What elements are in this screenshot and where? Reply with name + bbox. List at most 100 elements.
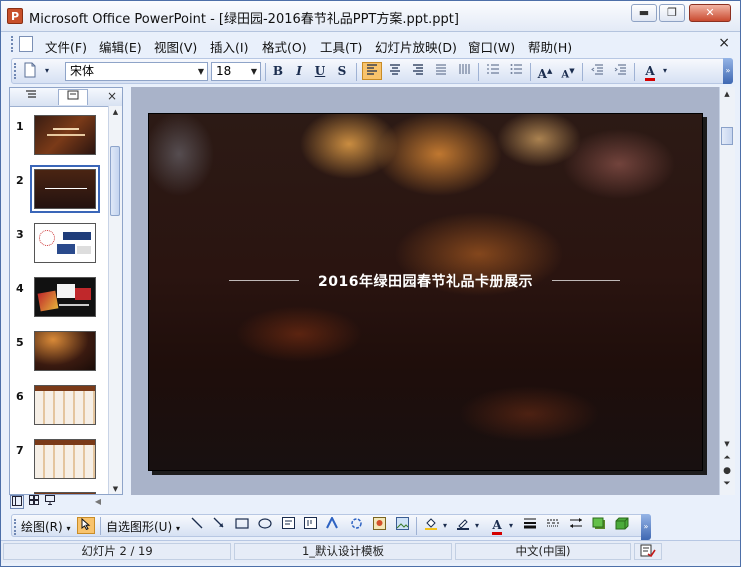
toolbar-overflow-button[interactable]: » <box>723 58 733 84</box>
slide-thumbnail-1[interactable] <box>34 115 96 155</box>
new-document-icon[interactable] <box>20 62 40 80</box>
underline-button[interactable]: U <box>310 62 330 80</box>
menu-insert[interactable]: 插入(I) <box>210 37 248 56</box>
current-slide[interactable]: 2016年绿田园春节礼品卡册展示 <box>148 113 703 471</box>
scroll-up-icon[interactable]: ▲ <box>720 87 734 101</box>
outline-icon <box>26 90 36 98</box>
font-name-select[interactable]: 宋体 ▼ <box>65 62 208 81</box>
distribute-button[interactable] <box>431 62 451 80</box>
menu-format[interactable]: 格式(O) <box>262 37 307 56</box>
shadow-button[interactable]: S <box>332 62 352 80</box>
increase-indent-button[interactable] <box>610 62 630 80</box>
minimize-button[interactable]: ▬ <box>631 4 657 22</box>
menu-window[interactable]: 窗口(W) <box>468 37 515 56</box>
document-icon[interactable] <box>19 36 33 52</box>
slide-thumbnail-4[interactable] <box>34 277 96 317</box>
tab-outline[interactable] <box>16 89 46 105</box>
slide-workspace[interactable]: 2016年绿田园春节礼品卡册展示 <box>131 87 719 495</box>
3d-style-icon[interactable] <box>613 517 631 534</box>
scroll-down-icon[interactable]: ▼ <box>109 483 122 494</box>
menu-tools[interactable]: 工具(T) <box>320 37 362 56</box>
chevron-down-icon[interactable]: ▼ <box>248 63 260 80</box>
bold-button[interactable]: B <box>268 62 288 80</box>
fill-color-dropdown[interactable]: ▾ <box>440 517 450 534</box>
clip-art-icon[interactable] <box>370 517 388 534</box>
arrow-tool-icon[interactable] <box>210 517 228 534</box>
slide-thumbnail-6[interactable] <box>34 385 96 425</box>
fill-color-icon[interactable] <box>422 517 440 534</box>
normal-view-icon[interactable] <box>10 495 24 509</box>
menu-slideshow[interactable]: 幻灯片放映(D) <box>375 37 457 56</box>
decrease-indent-button[interactable] <box>587 62 607 80</box>
vertical-text-box-icon[interactable] <box>301 517 319 534</box>
toolbar-grip[interactable] <box>14 63 19 79</box>
slide-sorter-view-icon[interactable] <box>27 495 41 509</box>
slide-thumbnail-5[interactable] <box>34 331 96 371</box>
scroll-left-icon[interactable]: ◀ <box>91 495 105 509</box>
select-objects-icon[interactable] <box>77 517 95 534</box>
align-left-button[interactable] <box>362 62 382 80</box>
close-button[interactable]: ✕ <box>689 4 731 22</box>
align-right-button[interactable] <box>408 62 428 80</box>
wordart-icon[interactable] <box>324 515 342 534</box>
italic-button[interactable]: I <box>289 62 309 80</box>
arrow-style-icon[interactable] <box>567 517 585 534</box>
menu-help[interactable]: 帮助(H) <box>528 37 572 56</box>
chevron-down-icon: ▾ <box>175 524 180 533</box>
oval-tool-icon[interactable] <box>256 517 274 534</box>
drawing-font-color-button[interactable]: A <box>488 517 506 535</box>
slide-title[interactable]: 2016年绿田园春节礼品卡册展示 <box>149 271 702 291</box>
shrink-font-button[interactable]: A▼ <box>558 62 578 80</box>
slide-thumbnail-7[interactable] <box>34 439 96 479</box>
line-tool-icon[interactable] <box>188 517 206 534</box>
line-color-icon[interactable] <box>454 517 472 534</box>
restore-button[interactable]: ❐ <box>659 4 685 22</box>
toolbar-options-icon[interactable]: ▾ <box>42 62 52 80</box>
slides-pane-scrollbar[interactable]: ▲ ▼ <box>108 106 122 494</box>
font-color-dropdown[interactable]: ▾ <box>660 62 670 80</box>
draw-menu-button[interactable]: 绘图(R) ▾ <box>21 518 71 535</box>
column-button[interactable] <box>454 62 474 80</box>
chevron-down-icon[interactable]: ▼ <box>195 63 207 80</box>
scrollbar-thumb[interactable] <box>110 146 120 216</box>
next-slide-icon[interactable]: ⏷ <box>720 477 734 491</box>
rectangle-tool-icon[interactable] <box>233 517 251 534</box>
design-template-status[interactable]: 1_默认设计模板 <box>234 543 452 560</box>
scroll-down-icon[interactable]: ▼ <box>720 437 734 451</box>
powerpoint-app-icon[interactable]: P <box>7 8 23 24</box>
menu-grip[interactable] <box>11 36 17 52</box>
text-box-icon[interactable] <box>279 517 297 534</box>
drawing-font-color-dropdown[interactable]: ▾ <box>506 517 516 534</box>
line-style-icon[interactable] <box>521 517 539 534</box>
title-bar[interactable]: P Microsoft Office PowerPoint - [绿田园-201… <box>1 1 740 32</box>
dash-style-icon[interactable] <box>544 517 562 534</box>
align-center-button[interactable] <box>385 62 405 80</box>
workspace-scrollbar[interactable]: ▲ ▼ ⏶ ● ⏷ <box>719 87 735 495</box>
drawing-toolbar-overflow-button[interactable]: » <box>641 514 651 540</box>
menu-view[interactable]: 视图(V) <box>154 37 197 56</box>
font-size-select[interactable]: 18 ▼ <box>211 62 261 81</box>
insert-picture-icon[interactable] <box>393 517 411 534</box>
diagram-icon[interactable] <box>347 517 365 534</box>
font-color-button[interactable]: A <box>640 62 660 81</box>
menu-edit[interactable]: 编辑(E) <box>99 37 142 56</box>
grow-font-button[interactable]: A▲ <box>535 62 555 81</box>
bullets-button[interactable] <box>506 62 526 80</box>
slideshow-view-icon[interactable] <box>43 495 57 509</box>
pane-close-button[interactable]: × <box>107 89 117 103</box>
select-browse-object-icon[interactable]: ● <box>720 464 734 478</box>
tab-slides[interactable] <box>58 89 88 105</box>
shadow-style-icon[interactable] <box>590 517 608 534</box>
numbering-button[interactable] <box>483 62 503 80</box>
scrollbar-thumb[interactable] <box>721 127 733 145</box>
slide-thumbnail-3[interactable] <box>34 223 96 263</box>
previous-slide-icon[interactable]: ⏶ <box>720 451 734 465</box>
document-close-button[interactable]: × <box>718 35 730 51</box>
scroll-up-icon[interactable]: ▲ <box>109 106 122 119</box>
menu-file[interactable]: 文件(F) <box>45 37 87 56</box>
toolbar-grip[interactable] <box>14 519 19 535</box>
slide-thumbnail-2[interactable] <box>30 165 100 213</box>
autoshapes-menu-button[interactable]: 自选图形(U) ▾ <box>106 518 180 535</box>
line-color-dropdown[interactable]: ▾ <box>472 517 482 534</box>
spelling-check-icon[interactable] <box>634 543 662 560</box>
